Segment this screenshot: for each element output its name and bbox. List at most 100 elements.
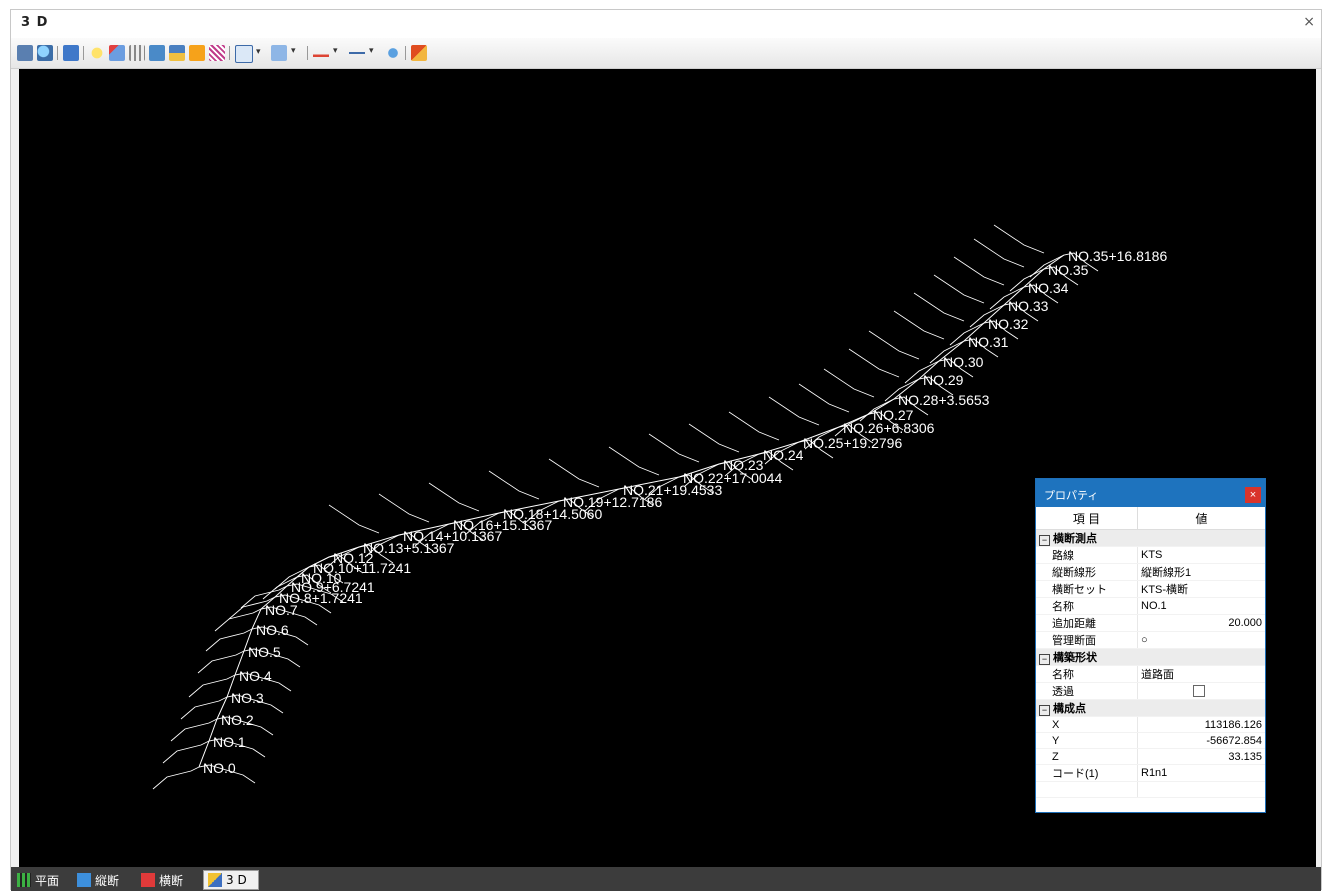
profile-icon [77,873,91,887]
toolbar-separator [307,46,308,60]
tab-profile[interactable]: 縦断 [73,870,131,890]
slope-line [933,274,985,304]
tab-3d[interactable]: 3 D [203,870,259,890]
paint-icon[interactable] [109,45,125,61]
property-row[interactable]: 縦断線形 縦断線形1 [1036,563,1265,581]
cube-icon[interactable] [235,45,261,63]
property-value[interactable] [1137,682,1265,700]
slope-line [688,423,740,453]
property-row[interactable]: 追加距離 20.000 [1036,614,1265,632]
station-label: NO.4 [239,668,272,684]
station-label: NO.35 [1048,262,1089,278]
property-value[interactable]: 縦断線形1 [1137,563,1265,581]
slope-line [823,368,875,398]
property-key: 名称 [1036,665,1138,683]
slope-line [953,256,1005,286]
tab-label: 平面 [35,873,60,888]
tab-label: 縦断 [95,873,120,888]
tab-label: 3 D [226,873,247,887]
face-icon[interactable] [271,45,296,61]
toolbar-separator [57,46,58,60]
save-icon[interactable] [17,45,33,61]
properties-close-icon[interactable]: × [1245,487,1261,503]
slope-line [768,396,820,426]
tool-icon[interactable] [385,45,401,61]
tab-label: 横断 [159,873,184,888]
tab-plan[interactable]: 平面 [13,870,67,890]
view-icon[interactable] [63,45,79,61]
section-header[interactable]: − 構成点 [1036,699,1265,717]
export-icon[interactable] [411,45,427,61]
measure-icon[interactable] [313,45,338,61]
property-value[interactable]: R1n1 [1137,764,1265,782]
property-key: 縦断線形 [1036,563,1138,581]
station-label: NO.33 [1008,298,1049,314]
slope-line [548,458,600,488]
centerline [198,254,1065,768]
property-value[interactable]: 33.135 [1137,748,1265,765]
property-value[interactable]: KTS-横断 [1137,580,1265,598]
property-value[interactable]: 20.000 [1137,614,1265,632]
slope-line [428,482,480,512]
collapse-icon[interactable]: − [1039,535,1050,546]
slope-line [913,292,965,322]
property-key: 横断セット [1036,580,1138,598]
main-window: 3 D × NO.0NO.1NO.2NO.3NO.4NO.5NO.6NO.7NO… [10,9,1322,891]
plan-icon [17,873,31,887]
property-value[interactable]: 道路面 [1137,665,1265,683]
property-value[interactable]: ○ [1137,631,1265,649]
arrow-icon[interactable] [349,45,374,61]
toolbar-separator [83,46,84,60]
property-row[interactable]: コード(1) R1n1 [1036,764,1265,782]
tab-cross-section[interactable]: 横断 [137,870,195,890]
collapse-icon[interactable]: − [1039,705,1050,716]
property-key: 追加距離 [1036,614,1138,632]
property-row[interactable]: 路線 KTS [1036,546,1265,564]
layer-icon[interactable] [149,45,165,61]
property-row[interactable]: 透過 [1036,682,1265,700]
property-value[interactable]: KTS [1137,546,1265,564]
close-icon[interactable]: × [1303,14,1315,30]
property-value[interactable]: -56672.854 [1137,732,1265,749]
property-value[interactable]: 113186.126 [1137,716,1265,733]
properties-title: プロパティ [1044,490,1099,502]
property-key: Y [1036,732,1138,749]
cross-section-icon [141,873,155,887]
section-header[interactable]: − 構築形状 [1036,648,1265,666]
property-row[interactable]: 名称 NO.1 [1036,597,1265,615]
column-item: 項 目 [1036,507,1138,530]
station-label: NO.30 [943,354,984,370]
search-icon[interactable] [37,45,53,61]
station-label: NO.5 [248,644,281,660]
wave-icon[interactable] [209,45,225,61]
slope-line [893,310,945,340]
window-icon[interactable] [169,45,185,61]
properties-header: プロパティ × [1036,479,1265,507]
3d-viewport[interactable]: NO.0 NO.1 NO.2 NO.3 NO.4 NO.5 NO.6 NO.7 NO.8+1.7… [19,69,1316,867]
transparency-checkbox[interactable] [1193,684,1205,697]
property-key: Z [1036,748,1138,765]
slope-line [328,504,380,534]
property-row[interactable]: Z 33.135 [1036,748,1265,765]
ip-icon[interactable] [189,45,205,61]
light-icon[interactable] [89,45,105,61]
property-row[interactable]: 管理断面 ○ [1036,631,1265,649]
property-key: コード(1) [1036,764,1138,782]
station-label: NO.35+16.8186 [1068,248,1167,264]
collapse-icon[interactable]: − [1039,654,1050,665]
property-row[interactable]: 横断セット KTS-横断 [1036,580,1265,598]
station-label: NO.2 [221,712,254,728]
station-label: NO.0 [203,760,236,776]
property-row[interactable]: 名称 道路面 [1036,665,1265,683]
grid-icon[interactable] [129,45,145,61]
property-row[interactable]: Y -56672.854 [1036,732,1265,749]
slope-line [378,493,430,523]
property-row[interactable]: X 113186.126 [1036,716,1265,733]
slope-line [648,433,700,463]
slope-line [993,224,1045,254]
properties-panel: プロパティ × 項 目 値 − 横断測点 路線 KTS 縦断線形 縦断線形1 横断セッ… [1035,478,1266,813]
property-value[interactable]: NO.1 [1137,597,1265,615]
section-title: 構築形状 [1053,652,1097,664]
toolbar-separator [405,46,406,60]
section-header[interactable]: − 横断測点 [1036,529,1265,547]
